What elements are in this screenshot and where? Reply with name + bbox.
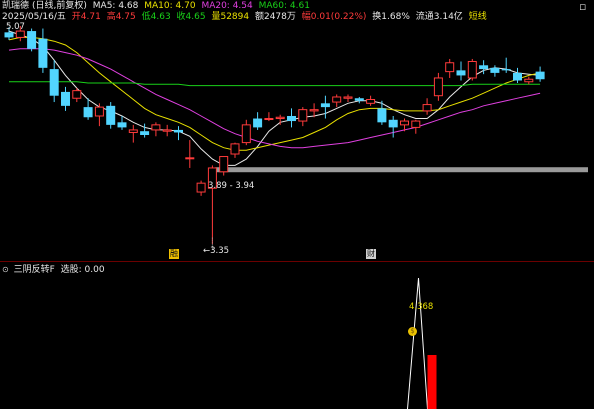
candle xyxy=(467,58,477,81)
candle xyxy=(445,58,455,78)
candle xyxy=(354,96,364,104)
candle xyxy=(253,112,263,130)
indicator-bar xyxy=(427,355,437,409)
margin-marker[interactable]: 融 xyxy=(169,249,179,259)
candle xyxy=(72,88,82,103)
coin-icon: $ xyxy=(408,327,417,336)
candle xyxy=(162,124,172,137)
candle xyxy=(264,112,274,122)
candle xyxy=(128,124,138,143)
ma10-line xyxy=(8,36,541,151)
candle xyxy=(320,95,330,119)
candle xyxy=(343,94,353,103)
candle xyxy=(196,180,206,196)
candle xyxy=(456,61,466,81)
candle xyxy=(490,65,500,77)
candle xyxy=(366,95,376,106)
price-low-label: ←3.35 xyxy=(203,246,230,256)
candle xyxy=(275,114,285,125)
candle xyxy=(535,66,545,82)
indicator-spike xyxy=(407,277,428,409)
candle xyxy=(377,100,387,125)
candle xyxy=(219,156,229,176)
candle xyxy=(287,108,296,128)
pane-divider xyxy=(0,261,594,262)
finance-marker[interactable]: 财 xyxy=(366,249,376,259)
support-band xyxy=(215,167,588,173)
indicator-settings-icon[interactable]: ⊙ xyxy=(2,265,9,274)
candle xyxy=(106,102,116,129)
candle xyxy=(411,119,421,134)
candle xyxy=(298,107,308,127)
candle xyxy=(185,140,195,168)
candle xyxy=(422,98,432,115)
price-high-label: 5.07 xyxy=(6,22,25,32)
price-chart[interactable] xyxy=(0,0,594,260)
candle xyxy=(27,28,37,52)
candle xyxy=(230,142,240,158)
candle xyxy=(61,86,70,111)
candle xyxy=(94,103,104,127)
indicator-header: ⊙ 三阴反转F 选股: 0.00 xyxy=(2,264,108,276)
candle xyxy=(207,165,217,244)
support-range-label: 3.89 - 3.94 xyxy=(208,181,255,191)
indicator-name: 三阴反转F xyxy=(13,265,55,275)
candle xyxy=(241,119,251,146)
candle xyxy=(151,122,161,137)
candle xyxy=(388,115,398,138)
indicator-peak-label: 4.368 xyxy=(409,302,434,312)
candle xyxy=(38,28,48,73)
candle xyxy=(332,94,342,108)
candle xyxy=(433,72,443,101)
candle xyxy=(524,76,534,85)
ma60-line xyxy=(9,81,541,87)
candle xyxy=(49,60,59,103)
indicator-value: 选股: 0.00 xyxy=(60,265,105,275)
